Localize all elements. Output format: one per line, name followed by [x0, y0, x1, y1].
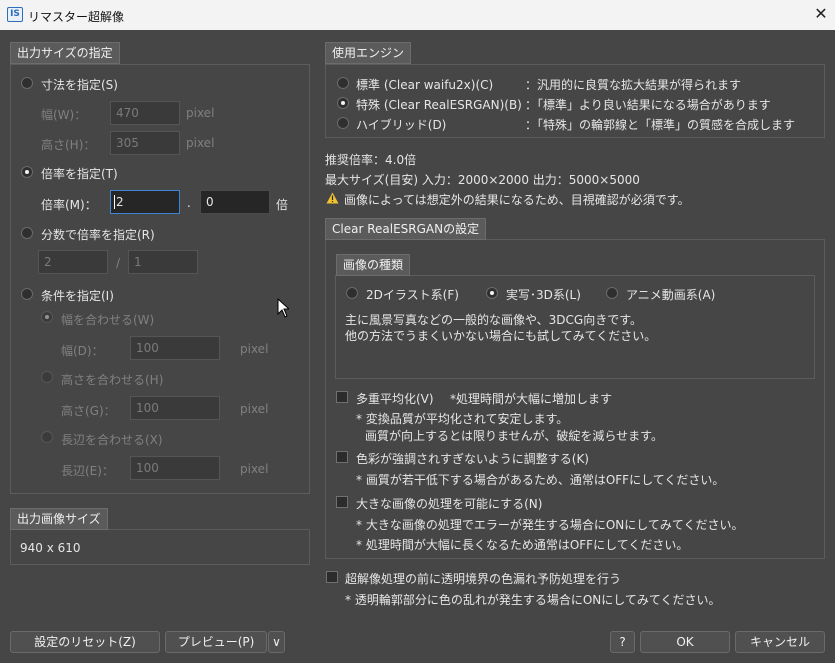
by-fraction-label: 分数で倍率を指定(R): [41, 228, 155, 242]
fit-height-field[interactable]: 100: [130, 396, 220, 420]
multi-average-sub2: 画質が向上するとは限りませんが、破綻を減らせます。: [365, 429, 663, 443]
warning-icon: [326, 192, 339, 204]
engine-hybrid-desc: ：「特殊」の輪郭線と「標準」の質感を合成します: [525, 118, 796, 132]
multi-average-note: *処理時間が大幅に増加します: [450, 392, 613, 406]
fit-height-unit: pixel: [240, 402, 269, 416]
image-type-desc1: 主に風景写真などの一般的な画像や、3DCG向きです。: [345, 313, 642, 327]
output-size-value: 940 x 610: [20, 541, 81, 555]
help-button[interactable]: ?: [610, 631, 635, 653]
radio-type-2d[interactable]: [346, 287, 358, 299]
title-bar: [0, 0, 835, 30]
transparency-sub1: * 透明輪郭部分に色の乱れが発生する場合にONにしてみてください。: [345, 593, 721, 607]
fraction-denominator-field[interactable]: 1: [128, 250, 198, 274]
recommended-ratio: 推奨倍率：4.0倍: [325, 153, 417, 167]
large-image-sub2: * 処理時間が大幅に長くなるため通常はOFFにしてください。: [356, 538, 689, 552]
radio-fit-width[interactable]: [41, 311, 53, 323]
window-title: リマスター超解像: [28, 10, 125, 24]
radio-fit-height[interactable]: [41, 371, 53, 383]
by-ratio-label: 倍率を指定(T): [41, 167, 118, 181]
radio-engine-standard[interactable]: [337, 77, 349, 89]
by-dimensions-label: 寸法を指定(S): [41, 78, 118, 92]
preview-dropdown-icon[interactable]: ∨: [268, 631, 285, 653]
height-label: 高さ(H)：: [41, 138, 96, 152]
radio-engine-special[interactable]: [337, 97, 349, 109]
fit-width-field[interactable]: 100: [130, 336, 220, 360]
warning-text: 画像によっては想定外の結果になるため、目視確認が必須です。: [344, 193, 690, 207]
color-adjust-label: 色彩が強調されすぎないように調整する(K): [356, 452, 589, 466]
fit-long-field-label: 長辺(E)：: [61, 464, 114, 478]
radio-by-fraction[interactable]: [21, 227, 33, 239]
large-image-label: 大きな画像の処理を可能にする(N): [356, 497, 543, 511]
fit-height-field-label: 高さ(G)：: [61, 404, 116, 418]
type-photo-label: 実写･3D系(L): [506, 288, 581, 302]
radio-engine-hybrid[interactable]: [337, 117, 349, 129]
cancel-button[interactable]: キャンセル: [735, 631, 825, 653]
checkbox-large-image[interactable]: [336, 496, 348, 508]
size-panel-header: 出力サイズの指定: [10, 42, 120, 64]
engine-special-label: 特殊 (Clear RealESRGAN)(B): [356, 98, 522, 112]
width-field[interactable]: 470: [110, 101, 180, 125]
radio-by-condition[interactable]: [21, 288, 33, 300]
close-icon[interactable]: ✕: [810, 3, 832, 25]
image-type-desc2: 他の方法でうまくいかない場合にも試してみてください。: [345, 329, 657, 343]
engine-panel-header: 使用エンジン: [325, 42, 412, 64]
color-adjust-sub1: * 画質が若干低下する場合があるため、通常はOFFにしてください。: [356, 473, 725, 487]
by-condition-label: 条件を指定(I): [41, 289, 114, 303]
ratio-dot: .: [187, 196, 191, 210]
radio-by-dimensions[interactable]: [21, 77, 33, 89]
type-anime-label: アニメ動画系(A): [626, 288, 716, 302]
image-type-header: 画像の種類: [336, 254, 411, 276]
radio-fit-long[interactable]: [41, 431, 53, 443]
size-panel: [10, 64, 310, 494]
fit-width-unit: pixel: [240, 342, 269, 356]
reset-button[interactable]: 設定のリセット(Z): [10, 631, 160, 653]
multi-average-sub1: * 変換品質が平均化されて安定します。: [356, 412, 569, 426]
app-icon: IS: [7, 7, 23, 22]
engine-special-desc: ：「標準」より良い結果になる場合があります: [525, 98, 771, 112]
transparency-label: 超解像処理の前に透明境界の色漏れ予防処理を行う: [345, 572, 622, 586]
fraction-slash: /: [116, 256, 121, 270]
engine-standard-desc: ：汎用的に良質な拡大結果が得られます: [525, 78, 742, 92]
preview-button[interactable]: プレビュー(P): [165, 631, 267, 653]
engine-hybrid-label: ハイブリッド(D): [356, 118, 447, 132]
fit-long-unit: pixel: [240, 462, 269, 476]
large-image-sub1: * 大きな画像の処理でエラーが発生する場合にONにしてみてください。: [356, 518, 744, 532]
text-caret: [114, 195, 115, 209]
checkbox-multi-average[interactable]: [336, 391, 348, 403]
height-field[interactable]: 305: [110, 131, 180, 155]
fit-width-field-label: 幅(D)：: [61, 344, 104, 358]
mouse-cursor-icon: [277, 298, 289, 318]
checkbox-transparency[interactable]: [326, 571, 338, 583]
ratio-unit: 倍: [276, 198, 289, 212]
width-label: 幅(W)：: [41, 108, 87, 122]
ratio-label: 倍率(M)：: [41, 198, 97, 212]
output-size-header: 出力画像サイズ: [10, 508, 108, 530]
fit-width-label: 幅を合わせる(W): [61, 313, 155, 327]
fit-long-field[interactable]: 100: [130, 456, 220, 480]
fraction-numerator-field[interactable]: 2: [38, 250, 108, 274]
width-unit: pixel: [186, 106, 215, 120]
radio-type-photo[interactable]: [486, 287, 498, 299]
max-size-info: 最大サイズ(目安) 入力：2000×2000 出力：5000×5000: [325, 173, 640, 187]
multi-average-label: 多重平均化(V): [356, 392, 434, 406]
radio-type-anime[interactable]: [606, 287, 618, 299]
ratio-dec-field[interactable]: 0: [200, 190, 270, 214]
ratio-int-field[interactable]: 2: [110, 190, 180, 214]
engine-standard-label: 標準 (Clear waifu2x)(C): [356, 78, 494, 92]
ok-button[interactable]: OK: [640, 631, 730, 653]
type-2d-label: 2Dイラスト系(F): [366, 288, 459, 302]
radio-by-ratio[interactable]: [21, 166, 33, 178]
fit-height-label: 高さを合わせる(H): [61, 373, 164, 387]
fit-long-label: 長辺を合わせる(X): [61, 433, 163, 447]
esrgan-panel-header: Clear RealESRGANの設定: [325, 218, 487, 240]
checkbox-color-adjust[interactable]: [336, 451, 348, 463]
height-unit: pixel: [186, 136, 215, 150]
